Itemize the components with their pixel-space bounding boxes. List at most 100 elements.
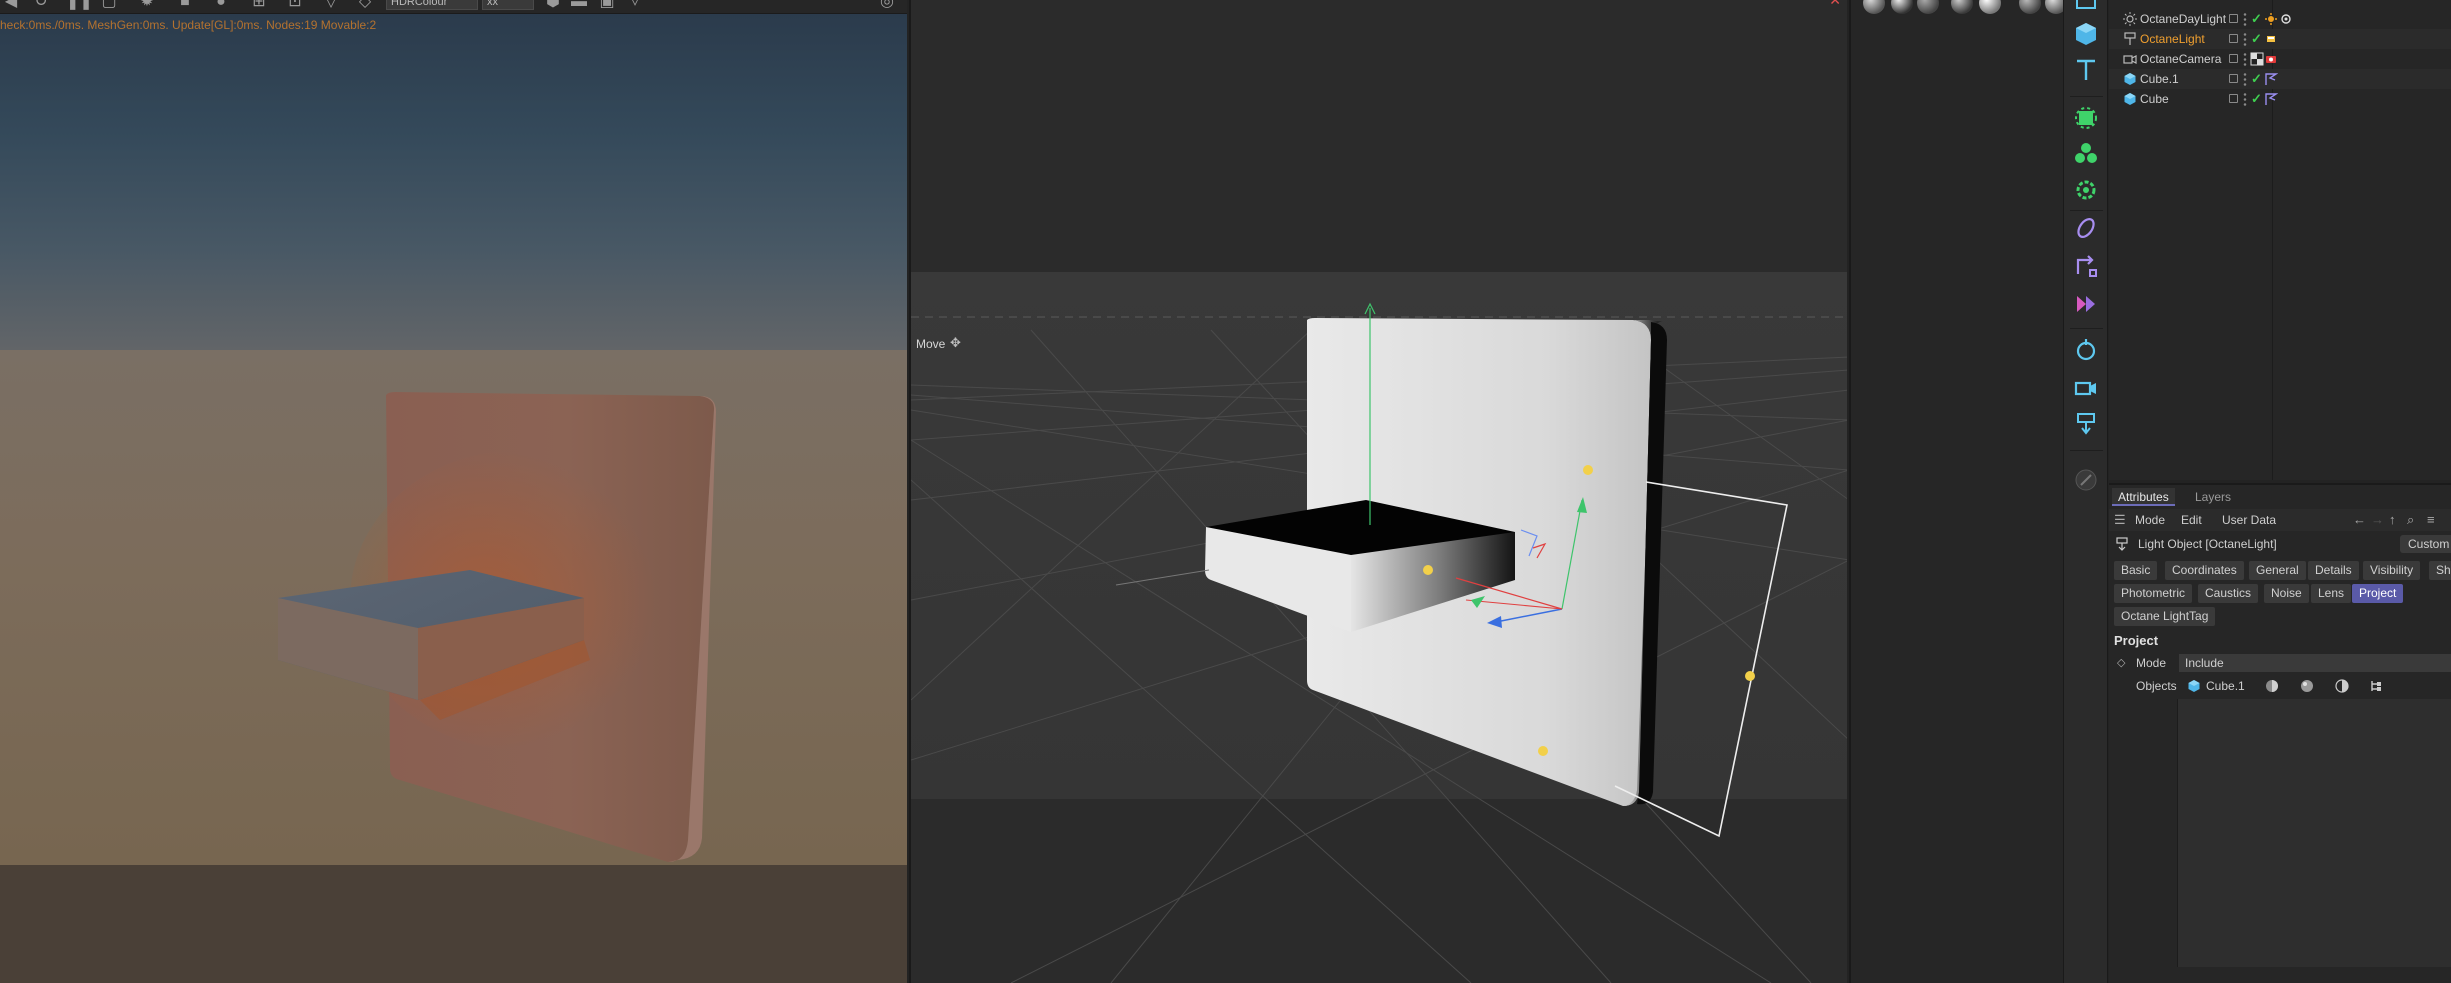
editor-viewport[interactable]: Move ✥ ✕ — [909, 0, 1847, 983]
cloner-icon[interactable] — [2072, 140, 2100, 168]
visibility-dots[interactable] — [2243, 52, 2247, 66]
visibility-dots[interactable] — [2243, 12, 2247, 26]
filter-icon[interactable]: ≡ — [2427, 509, 2435, 531]
half-circle-icon[interactable] — [2335, 679, 2349, 693]
tab-noise[interactable]: Noise — [2264, 584, 2309, 603]
folder-icon[interactable]: ▬ — [570, 0, 588, 10]
layer-flag[interactable] — [2229, 94, 2238, 103]
cube-icon[interactable] — [2072, 20, 2100, 48]
tab-layers[interactable]: Layers — [2189, 488, 2237, 506]
scene-icon[interactable] — [2072, 336, 2100, 364]
settings-icon[interactable]: ✹ — [138, 0, 156, 10]
enabled-check[interactable]: ✓ — [2251, 69, 2262, 89]
object-row[interactable]: OctaneDayLight ✓ — [2109, 9, 2451, 29]
sun-tag-icon[interactable] — [2264, 12, 2278, 26]
tab-attributes[interactable]: Attributes — [2112, 488, 2175, 506]
effector-icon[interactable] — [2072, 176, 2100, 204]
spline-icon[interactable] — [2072, 0, 2100, 14]
layer-flag[interactable] — [2229, 74, 2238, 83]
forward-arrow-icon[interactable]: → — [2371, 509, 2384, 531]
deformer-icon[interactable] — [2072, 214, 2100, 242]
material-thumbnail[interactable] — [1891, 0, 1913, 14]
object-row[interactable]: OctaneCamera — [2109, 49, 2451, 69]
checker-tag-icon[interactable] — [2250, 52, 2264, 66]
up-arrow-icon[interactable]: ↑ — [2389, 509, 2396, 531]
custom-button[interactable]: Custom — [2400, 535, 2451, 553]
tag-icon[interactable]: ◇ — [356, 0, 374, 10]
fields-icon[interactable] — [2072, 290, 2100, 318]
render-option-select[interactable]: xx — [482, 0, 534, 10]
palette-separator — [2070, 450, 2103, 451]
text-icon[interactable] — [2072, 56, 2100, 84]
tab-shadow[interactable]: Sha — [2429, 561, 2451, 580]
objects-list-box[interactable] — [2177, 699, 2451, 967]
mode-select[interactable]: Include — [2179, 654, 2451, 672]
objects-list-item[interactable]: Cube.1 — [2206, 675, 2245, 697]
layer-flag[interactable] — [2229, 34, 2238, 43]
keyframe-diamond-icon[interactable]: ◇ — [2117, 653, 2125, 673]
pin-icon[interactable]: ▽ — [322, 0, 340, 10]
tab-visibility[interactable]: Visibility — [2363, 561, 2421, 580]
lock-icon[interactable]: ⬢ — [544, 0, 562, 10]
enabled-check[interactable]: ✓ — [2251, 89, 2262, 109]
region-icon[interactable]: ▢ — [100, 0, 118, 10]
target-icon[interactable]: ◎ — [878, 0, 896, 10]
add-icon[interactable]: ⊞ — [250, 0, 268, 10]
hierarchy-icon[interactable] — [2369, 679, 2383, 693]
tab-project[interactable]: Project — [2352, 584, 2404, 603]
object-title-row: Light Object [OctaneLight] Custom — [2109, 533, 2451, 555]
enabled-check[interactable]: ✓ — [2251, 29, 2262, 49]
visibility-dots[interactable] — [2243, 32, 2247, 46]
tab-photometric[interactable]: Photometric — [2114, 584, 2193, 603]
close-icon[interactable]: ✕ — [1829, 0, 1841, 9]
record-icon[interactable]: ● — [212, 0, 230, 10]
phong-tag-icon[interactable] — [2264, 92, 2278, 106]
enabled-check[interactable]: ✓ — [2251, 9, 2262, 29]
filter-icon[interactable]: ▿ — [626, 0, 644, 10]
back-arrow-icon[interactable]: ← — [2353, 509, 2366, 531]
layer-flag[interactable] — [2229, 14, 2238, 23]
stop-icon[interactable]: ■ — [176, 0, 194, 10]
generator-icon[interactable] — [2072, 104, 2100, 132]
material-thumbnail[interactable] — [1979, 0, 2001, 14]
snapshot-icon[interactable]: ⊡ — [286, 0, 304, 10]
tab-general[interactable]: General — [2249, 561, 2306, 580]
visibility-dots[interactable] — [2243, 72, 2247, 86]
light-tag-icon[interactable] — [2264, 32, 2278, 46]
phong-tag-icon[interactable] — [2264, 72, 2278, 86]
material-thumbnail[interactable] — [2019, 0, 2041, 14]
material-thumbnail[interactable] — [1863, 0, 1885, 14]
save-icon[interactable]: ▣ — [598, 0, 616, 10]
snap-icon[interactable] — [2072, 466, 2100, 494]
tab-basic[interactable]: Basic — [2114, 561, 2158, 580]
visibility-dots[interactable] — [2243, 92, 2247, 106]
tab-coordinates[interactable]: Coordinates — [2165, 561, 2244, 580]
bend-icon[interactable] — [2072, 252, 2100, 280]
light-icon[interactable] — [2072, 410, 2100, 438]
tab-caustics[interactable]: Caustics — [2198, 584, 2259, 603]
back-icon[interactable]: ◀ — [2, 0, 20, 10]
tab-details[interactable]: Details — [2308, 561, 2359, 580]
tab-octane-lighttag[interactable]: Octane LightTag — [2114, 607, 2216, 626]
camera-tag-icon[interactable] — [2264, 52, 2278, 66]
menu-user-data[interactable]: User Data — [2222, 509, 2276, 531]
tab-lens[interactable]: Lens — [2311, 584, 2352, 603]
object-row[interactable]: Cube ✓ — [2109, 89, 2451, 109]
render-kernel-select[interactable]: HDRColour — [386, 0, 478, 10]
target-tag-icon[interactable] — [2279, 12, 2293, 26]
sphere-icon[interactable] — [2300, 679, 2314, 693]
camera-icon[interactable] — [2072, 374, 2100, 402]
menu-icon[interactable]: ☰ — [2114, 509, 2126, 531]
menu-edit[interactable]: Edit — [2181, 509, 2202, 531]
menu-mode[interactable]: Mode — [2135, 509, 2165, 531]
material-thumbnail[interactable] — [1951, 0, 1973, 14]
octane-render-viewport[interactable]: ◀ ↻ ❚❚ ▢ ✹ ■ ● ⊞ ⊡ ▽ ◇ HDRColour xx ⬢ ▬ … — [0, 0, 907, 983]
object-row-selected[interactable]: OctaneLight ✓ — [2109, 29, 2451, 49]
refresh-icon[interactable]: ↻ — [32, 0, 50, 10]
layer-flag[interactable] — [2229, 54, 2238, 63]
material-ball-icon[interactable] — [2265, 679, 2279, 693]
search-icon[interactable]: ⌕ — [2407, 509, 2414, 531]
object-row[interactable]: Cube.1 ✓ — [2109, 69, 2451, 89]
pause-icon[interactable]: ❚❚ — [66, 0, 93, 10]
material-thumbnail[interactable] — [1917, 0, 1939, 14]
